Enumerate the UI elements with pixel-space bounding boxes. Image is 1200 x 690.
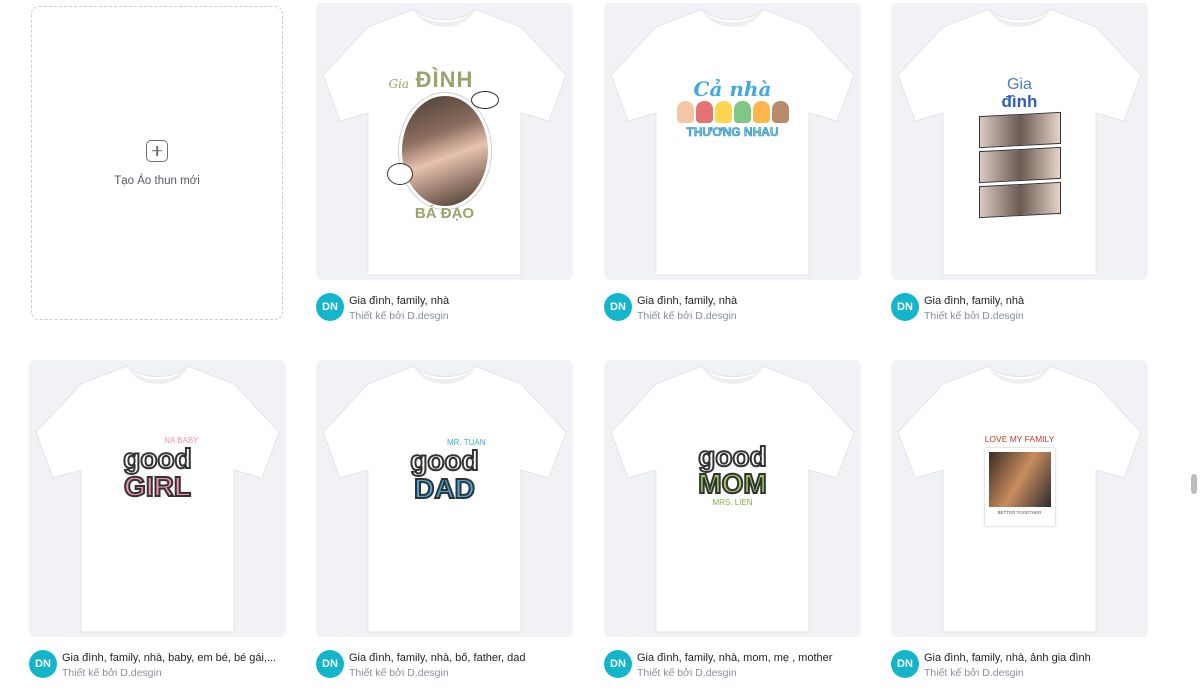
print-design: Gia ĐÌNH BÁ ĐẠO bbox=[385, 67, 505, 222]
speech-bubble bbox=[470, 91, 499, 109]
design-title[interactable]: Gia đình, family, nhà bbox=[349, 295, 573, 307]
print-design: MR. TUAN good DAD bbox=[390, 438, 500, 504]
print-design: good MOM MRS. LIEN bbox=[678, 441, 788, 508]
print-design: Cả nhà THƯƠNG NHAU bbox=[668, 77, 798, 139]
design-top-text: Cả nhà bbox=[693, 77, 772, 101]
photo-frame bbox=[978, 111, 1061, 149]
print-design: NA BABY good GIRL bbox=[103, 436, 213, 502]
design-line-1: good bbox=[409, 445, 479, 476]
design-title[interactable]: Gia đình, family, nhà bbox=[924, 295, 1148, 307]
design-thumbnail[interactable]: good MOM MRS. LIEN bbox=[604, 360, 861, 637]
design-thumbnail[interactable]: LOVE MY FAMILY BETTER TOGETHER bbox=[891, 360, 1148, 637]
design-bottom-text: THƯƠNG NHAU bbox=[686, 125, 779, 140]
design-caption: BETTER TOGETHER bbox=[997, 510, 1042, 515]
add-square-icon bbox=[146, 139, 168, 162]
print-design: Gia đình bbox=[970, 77, 1070, 219]
design-small-text: MRS. LIEN bbox=[712, 498, 753, 507]
family-photo bbox=[398, 93, 491, 209]
photo-frame bbox=[978, 181, 1061, 219]
speech-bubble bbox=[386, 163, 413, 185]
design-thumbnail[interactable]: Cả nhà THƯƠNG NHAU bbox=[604, 3, 861, 280]
design-card[interactable]: Cả nhà THƯƠNG NHAU DN Gia đình, family, … bbox=[604, 3, 861, 333]
design-line-1: good bbox=[122, 443, 192, 474]
design-bottom-text: BÁ ĐẠO bbox=[414, 205, 475, 222]
design-author: Thiết kế bởi D.desgin bbox=[924, 667, 1024, 679]
family-photo bbox=[988, 452, 1051, 507]
design-top-text: ĐÌNH bbox=[415, 67, 474, 92]
design-second-text: đình bbox=[1001, 92, 1038, 111]
author-avatar[interactable]: DN bbox=[604, 650, 632, 678]
design-title[interactable]: Gia đình, family, nhà, ảnh gia đình bbox=[924, 652, 1148, 664]
create-new-label: Tạo Áo thun mới bbox=[114, 174, 200, 187]
design-thumbnail[interactable]: Gia đình bbox=[891, 3, 1148, 280]
design-card[interactable]: Gia ĐÌNH BÁ ĐẠO DN Gia đình, family, nhà… bbox=[316, 3, 573, 333]
author-avatar[interactable]: DN bbox=[891, 650, 919, 678]
design-author: Thiết kế bởi D.desgin bbox=[62, 667, 162, 679]
design-card[interactable]: good MOM MRS. LIEN DN Gia đình, family, … bbox=[604, 360, 861, 690]
design-thumbnail[interactable]: Gia ĐÌNH BÁ ĐẠO bbox=[316, 3, 573, 280]
author-avatar[interactable]: DN bbox=[891, 293, 919, 321]
page-scrollbar[interactable] bbox=[1188, 0, 1200, 680]
author-avatar[interactable]: DN bbox=[316, 293, 344, 321]
design-card[interactable]: Gia đình DN Gia đình, family, nhà Thiết … bbox=[891, 3, 1148, 333]
design-title[interactable]: Gia đình, family, nhà, bố, father, dad bbox=[349, 652, 573, 664]
design-title[interactable]: Gia đình, family, nhà, mom, mẹ , mother bbox=[637, 652, 861, 664]
author-avatar[interactable]: DN bbox=[316, 650, 344, 678]
design-title[interactable]: Gia đình, family, nhà, baby, em bé, bé g… bbox=[62, 652, 286, 664]
author-avatar[interactable]: DN bbox=[604, 293, 632, 321]
design-title[interactable]: Gia đình, family, nhà bbox=[637, 295, 861, 307]
design-author: Thiết kế bởi D.desgin bbox=[349, 667, 449, 679]
design-top-text: LOVE MY FAMILY bbox=[984, 434, 1055, 444]
create-new-tshirt-card[interactable]: Tạo Áo thun mới bbox=[31, 6, 283, 320]
design-author: Thiết kế bởi D.desgin bbox=[349, 310, 449, 322]
design-top-text: Gia bbox=[1007, 76, 1032, 93]
design-author: Thiết kế bởi D.desgin bbox=[637, 310, 737, 322]
design-card[interactable]: LOVE MY FAMILY BETTER TOGETHER DN Gia đì… bbox=[891, 360, 1148, 690]
design-line-2: DAD bbox=[413, 473, 476, 504]
design-line-1: good bbox=[697, 441, 767, 472]
polaroid-photo: BETTER TOGETHER bbox=[984, 448, 1055, 526]
author-avatar[interactable]: DN bbox=[29, 650, 57, 678]
design-line-2: MOM bbox=[697, 468, 767, 499]
print-design: LOVE MY FAMILY BETTER TOGETHER bbox=[970, 434, 1070, 526]
design-card[interactable]: MR. TUAN good DAD DN Gia đình, family, n… bbox=[316, 360, 573, 690]
design-thumbnail[interactable]: MR. TUAN good DAD bbox=[316, 360, 573, 637]
photo-frame bbox=[978, 146, 1061, 184]
tshirt-mockup bbox=[610, 8, 855, 276]
design-line-2: GIRL bbox=[123, 471, 192, 502]
design-card[interactable]: NA BABY good GIRL DN Gia đình, family, n… bbox=[29, 360, 286, 690]
design-author: Thiết kế bởi D.desgin bbox=[924, 310, 1024, 322]
design-author: Thiết kế bởi D.desgin bbox=[637, 667, 737, 679]
cartoon-family-illustration bbox=[668, 101, 798, 123]
design-thumbnail[interactable]: NA BABY good GIRL bbox=[29, 360, 286, 637]
design-script-text: Gia bbox=[388, 77, 410, 91]
scrollbar-thumb[interactable] bbox=[1191, 474, 1197, 494]
